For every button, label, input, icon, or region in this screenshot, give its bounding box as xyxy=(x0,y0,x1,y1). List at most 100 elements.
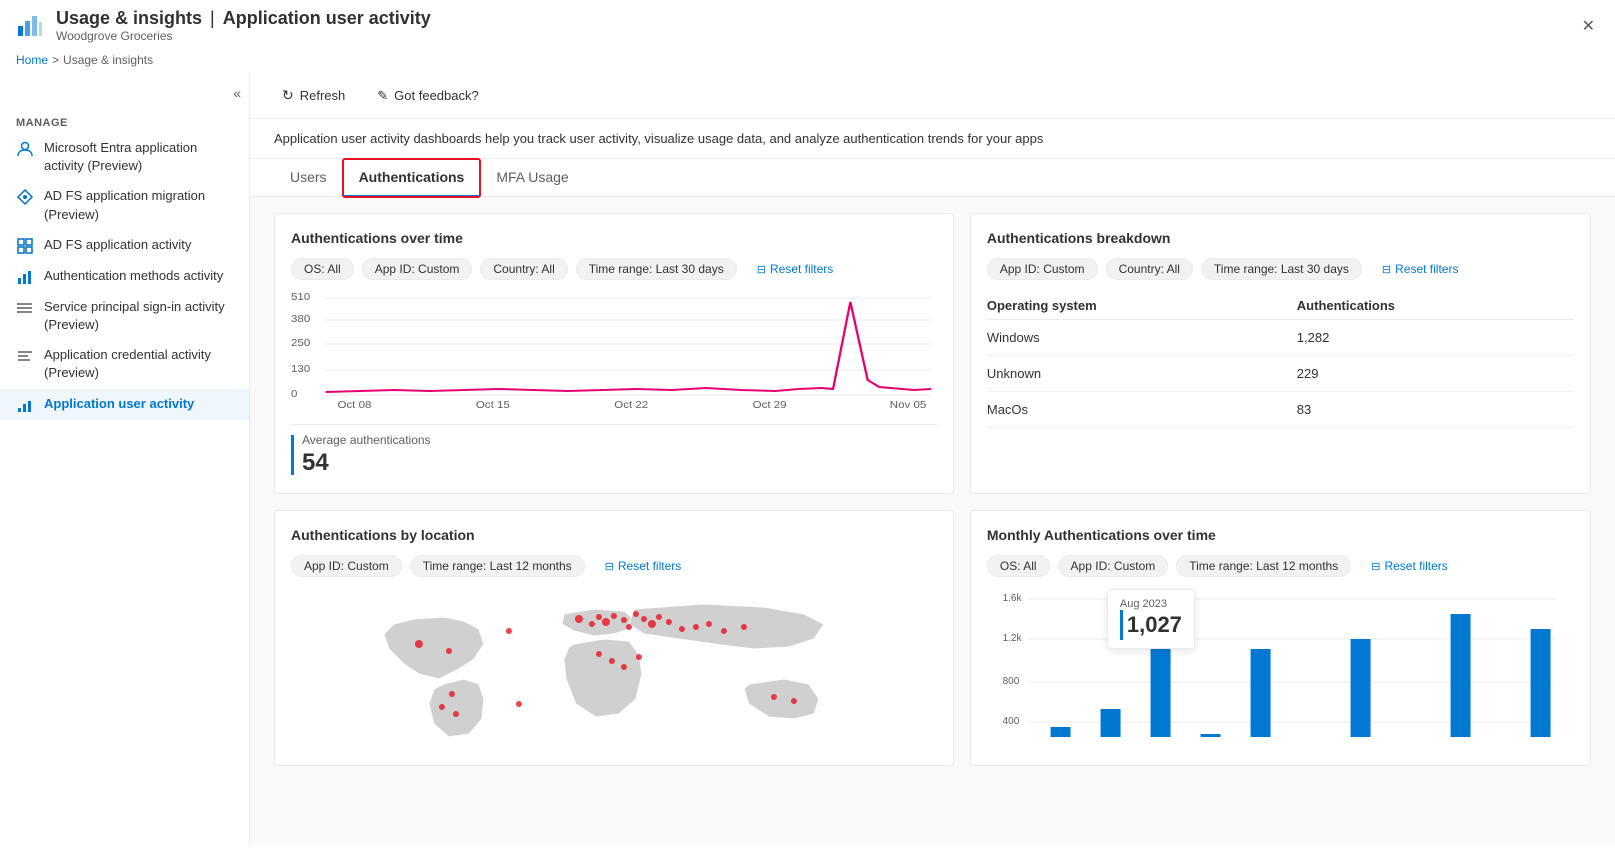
svg-text:800: 800 xyxy=(1002,676,1019,687)
count-macos: 83 xyxy=(1297,392,1574,428)
sidebar-item-ms-entra-label: Microsoft Entra application activity (Pr… xyxy=(44,139,233,175)
sidebar-item-service-principal[interactable]: Service principal sign-in activity (Prev… xyxy=(0,292,249,340)
auth-over-time-title: Authentications over time xyxy=(291,230,937,246)
auth-over-time-card: Authentications over time OS: All App ID… xyxy=(274,213,954,494)
svg-text:130: 130 xyxy=(291,364,310,375)
sidebar-item-app-credential[interactable]: Application credential activity (Preview… xyxy=(0,340,249,388)
svg-text:400: 400 xyxy=(1002,716,1019,727)
auth-by-location-title: Authentications by location xyxy=(291,527,937,543)
sidebar-item-adfs-activity-label: AD FS application activity xyxy=(44,236,191,254)
sidebar-item-auth-methods-label: Authentication methods activity xyxy=(44,267,223,285)
cards-row-1: Authentications over time OS: All App ID… xyxy=(274,213,1591,494)
table-row: Windows 1,282 xyxy=(987,320,1574,356)
sidebar-collapse-area: « xyxy=(0,85,249,109)
count-unknown: 229 xyxy=(1297,356,1574,392)
refresh-icon: ↻ xyxy=(282,87,294,104)
tooltip-value: 1,027 xyxy=(1127,612,1182,638)
sidebar-item-adfs-migration[interactable]: AD FS application migration (Preview) xyxy=(0,181,249,229)
count-windows: 1,282 xyxy=(1297,320,1574,356)
filter-country-all[interactable]: Country: All xyxy=(480,258,567,280)
location-filter-app-id[interactable]: App ID: Custom xyxy=(291,555,402,577)
monthly-filter-os[interactable]: OS: All xyxy=(987,555,1050,577)
col-os: Operating system xyxy=(987,292,1297,320)
sidebar-item-auth-methods[interactable]: Authentication methods activity xyxy=(0,261,249,292)
monthly-chart: Aug 2023 1,027 1.6k 1.2k 800 400 xyxy=(987,589,1574,749)
reset-filters-btn[interactable]: ⊟ Reset filters xyxy=(745,258,846,280)
monthly-filter-time[interactable]: Time range: Last 12 months xyxy=(1176,555,1351,577)
svg-text:380: 380 xyxy=(291,314,310,325)
monthly-auth-card: Monthly Authentications over time OS: Al… xyxy=(970,510,1591,766)
auth-breakdown-title: Authentications breakdown xyxy=(987,230,1574,246)
breakdown-filter-time[interactable]: Time range: Last 30 days xyxy=(1201,258,1362,280)
sidebar-collapse-button[interactable]: « xyxy=(233,85,241,101)
filter-os-all[interactable]: OS: All xyxy=(291,258,354,280)
sidebar-item-adfs-migration-label: AD FS application migration (Preview) xyxy=(44,187,233,223)
svg-text:1.2k: 1.2k xyxy=(1002,633,1022,644)
header-subtitle: Application user activity xyxy=(223,8,431,29)
average-bar xyxy=(291,435,294,475)
sidebar: « Manage Microsoft Entra application act… xyxy=(0,73,250,846)
breadcrumb-current: Usage & insights xyxy=(63,53,153,67)
breadcrumb-home[interactable]: Home xyxy=(16,53,48,67)
credential-icon xyxy=(16,347,34,365)
tooltip-date: Aug 2023 xyxy=(1120,598,1182,610)
sidebar-item-service-principal-label: Service principal sign-in activity (Prev… xyxy=(44,298,233,334)
tooltip-bar-icon xyxy=(1120,610,1123,640)
close-button[interactable]: ✕ xyxy=(1578,12,1599,40)
chart-tooltip: Aug 2023 1,027 xyxy=(1107,589,1195,649)
breadcrumb-separator: > xyxy=(52,53,59,67)
svg-text:1.6k: 1.6k xyxy=(1002,593,1022,604)
header-title: Usage & insights xyxy=(56,8,202,29)
tab-users[interactable]: Users xyxy=(274,159,343,197)
os-windows: Windows xyxy=(987,320,1297,356)
tab-authentications[interactable]: Authentications xyxy=(343,159,481,197)
monthly-auth-title: Monthly Authentications over time xyxy=(987,527,1574,543)
svg-text:0: 0 xyxy=(291,389,297,400)
world-map xyxy=(291,589,937,749)
feedback-label: Got feedback? xyxy=(394,88,479,103)
header-separator: | xyxy=(210,8,215,29)
feedback-button[interactable]: ✎ Got feedback? xyxy=(369,84,486,108)
tab-mfa[interactable]: MFA Usage xyxy=(480,159,584,197)
cards-row-2: Authentications by location App ID: Cust… xyxy=(274,510,1591,766)
breakdown-filter-app-id[interactable]: App ID: Custom xyxy=(987,258,1098,280)
table-row: MacOs 83 xyxy=(987,392,1574,428)
breakdown-table: Operating system Authentications Windows… xyxy=(987,292,1574,428)
chart-bar-icon xyxy=(16,268,34,286)
location-reset-btn[interactable]: ⊟ Reset filters xyxy=(593,555,694,577)
refresh-button[interactable]: ↻ Refresh xyxy=(274,83,353,108)
content-description: Application user activity dashboards hel… xyxy=(250,119,1615,159)
tooltip-value-container: 1,027 xyxy=(1120,610,1182,640)
location-funnel-icon: ⊟ xyxy=(605,560,614,573)
feedback-icon: ✎ xyxy=(377,88,388,104)
sidebar-item-app-user[interactable]: Application user activity xyxy=(0,389,249,420)
filter-time-range-30[interactable]: Time range: Last 30 days xyxy=(576,258,737,280)
app-header: Usage & insights | Application user acti… xyxy=(0,0,1615,47)
filter-app-id-custom[interactable]: App ID: Custom xyxy=(362,258,473,280)
svg-text:Oct 15: Oct 15 xyxy=(476,400,510,411)
average-section: Average authentications 54 xyxy=(291,424,937,477)
breakdown-reset-btn[interactable]: ⊟ Reset filters xyxy=(1370,258,1471,280)
main-content: ↻ Refresh ✎ Got feedback? Application us… xyxy=(250,73,1615,846)
breakdown-filter-country[interactable]: Country: All xyxy=(1106,258,1193,280)
svg-text:Nov 05: Nov 05 xyxy=(890,400,927,411)
monthly-funnel-icon: ⊟ xyxy=(1371,560,1380,573)
auth-over-time-chart: 510 380 250 130 0 xyxy=(291,292,937,412)
table-row: Unknown 229 xyxy=(987,356,1574,392)
svg-text:510: 510 xyxy=(291,292,310,303)
average-value: 54 xyxy=(302,449,431,477)
person-icon xyxy=(16,140,34,158)
monthly-reset-btn[interactable]: ⊟ Reset filters xyxy=(1359,555,1460,577)
auth-over-time-filters: OS: All App ID: Custom Country: All Time… xyxy=(291,258,937,280)
sidebar-item-adfs-activity[interactable]: AD FS application activity xyxy=(0,230,249,261)
monthly-filter-app-id[interactable]: App ID: Custom xyxy=(1058,555,1169,577)
os-unknown: Unknown xyxy=(987,356,1297,392)
refresh-label: Refresh xyxy=(300,88,346,103)
svg-text:Oct 29: Oct 29 xyxy=(753,400,787,411)
auth-by-location-card: Authentications by location App ID: Cust… xyxy=(274,510,954,766)
description-text: Application user activity dashboards hel… xyxy=(274,131,1043,146)
svg-text:Oct 22: Oct 22 xyxy=(614,400,648,411)
svg-text:Oct 08: Oct 08 xyxy=(337,400,371,411)
location-filter-time[interactable]: Time range: Last 12 months xyxy=(410,555,585,577)
sidebar-item-ms-entra[interactable]: Microsoft Entra application activity (Pr… xyxy=(0,133,249,181)
